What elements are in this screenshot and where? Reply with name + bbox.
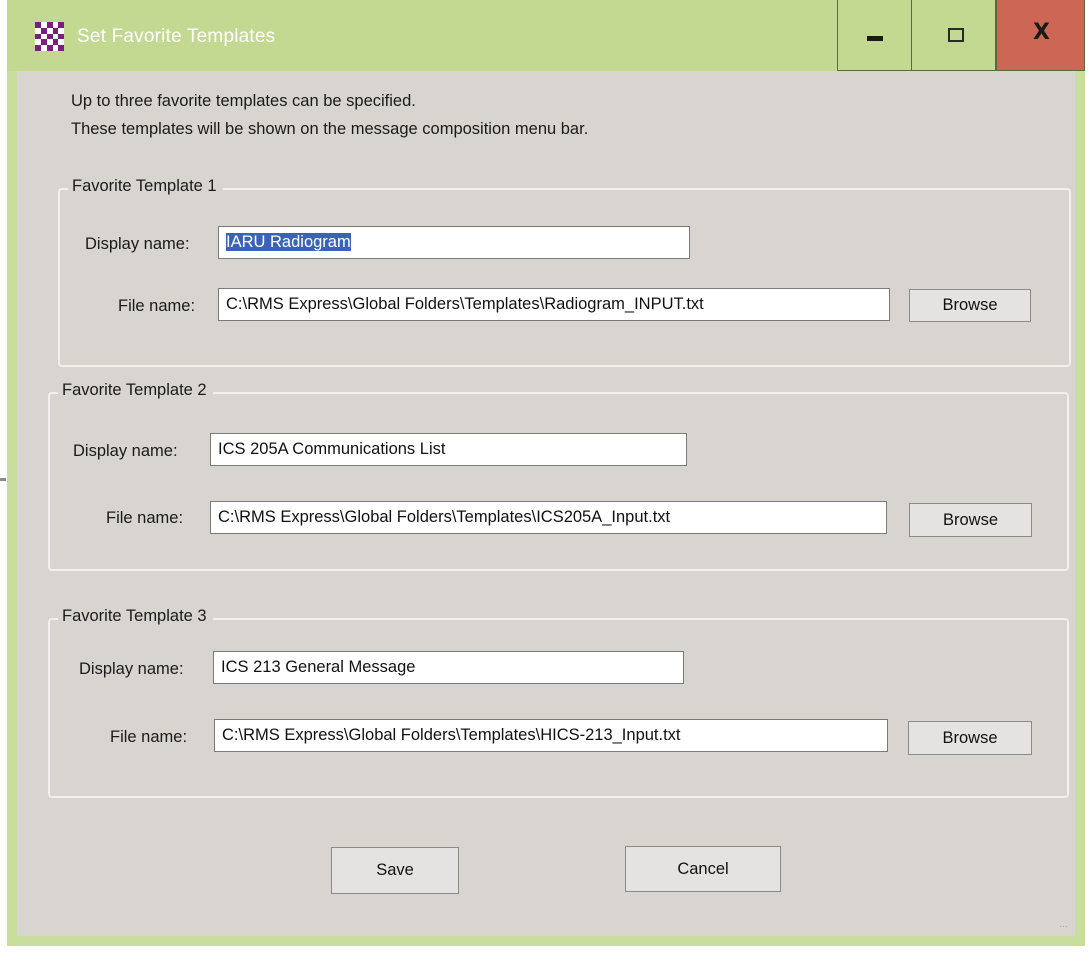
browse-button-1[interactable]: Browse (909, 289, 1031, 322)
maximize-icon (948, 28, 964, 42)
file-name-input-3[interactable]: C:\RMS Express\Global Folders\Templates\… (214, 719, 888, 752)
dialog-client-area: Up to three favorite templates can be sp… (17, 71, 1075, 936)
display-name-input-2[interactable]: ICS 205A Communications List (210, 433, 687, 466)
save-button[interactable]: Save (331, 847, 459, 894)
file-name-input-1[interactable]: C:\RMS Express\Global Folders\Templates\… (218, 288, 890, 321)
background-edge-mark (0, 478, 6, 481)
display-name-label: Display name: (85, 235, 190, 253)
group-title: Favorite Template 1 (68, 177, 223, 196)
resize-grip-icon[interactable]: ⋯ (1059, 920, 1071, 932)
minimize-button[interactable] (837, 0, 912, 71)
window-title: Set Favorite Templates (77, 26, 276, 47)
favorite-template-3-group: Favorite Template 3 Display name: ICS 21… (48, 607, 1069, 798)
browse-button-2[interactable]: Browse (909, 503, 1032, 537)
display-name-label: Display name: (79, 660, 184, 678)
intro-line-2: These templates will be shown on the mes… (71, 120, 589, 138)
intro-line-1: Up to three favorite templates can be sp… (71, 92, 416, 110)
favorite-template-2-group: Favorite Template 2 Display name: ICS 20… (48, 381, 1069, 571)
dialog-window: Set Favorite Templates X Up to three fav… (7, 0, 1085, 946)
file-name-input-2[interactable]: C:\RMS Express\Global Folders\Templates\… (210, 501, 887, 534)
close-icon: X (1033, 20, 1050, 45)
maximize-button[interactable] (911, 0, 996, 71)
group-title: Favorite Template 3 (58, 607, 213, 626)
checkered-app-icon (35, 22, 64, 51)
file-name-label: File name: (106, 509, 184, 527)
browse-button-3[interactable]: Browse (908, 721, 1032, 755)
file-name-label: File name: (110, 728, 188, 746)
title-bar[interactable]: Set Favorite Templates X (7, 0, 1085, 71)
group-title: Favorite Template 2 (58, 381, 213, 400)
minimize-icon (867, 36, 883, 41)
file-name-label: File name: (118, 297, 196, 315)
cancel-button[interactable]: Cancel (625, 846, 781, 892)
close-button[interactable]: X (996, 0, 1085, 71)
display-name-input-1[interactable]: IARU Radiogram (218, 226, 690, 259)
selected-text: IARU Radiogram (226, 233, 351, 251)
display-name-label: Display name: (73, 442, 178, 460)
display-name-input-3[interactable]: ICS 213 General Message (213, 651, 684, 684)
favorite-template-1-group: Favorite Template 1 Display name: IARU R… (58, 177, 1071, 367)
